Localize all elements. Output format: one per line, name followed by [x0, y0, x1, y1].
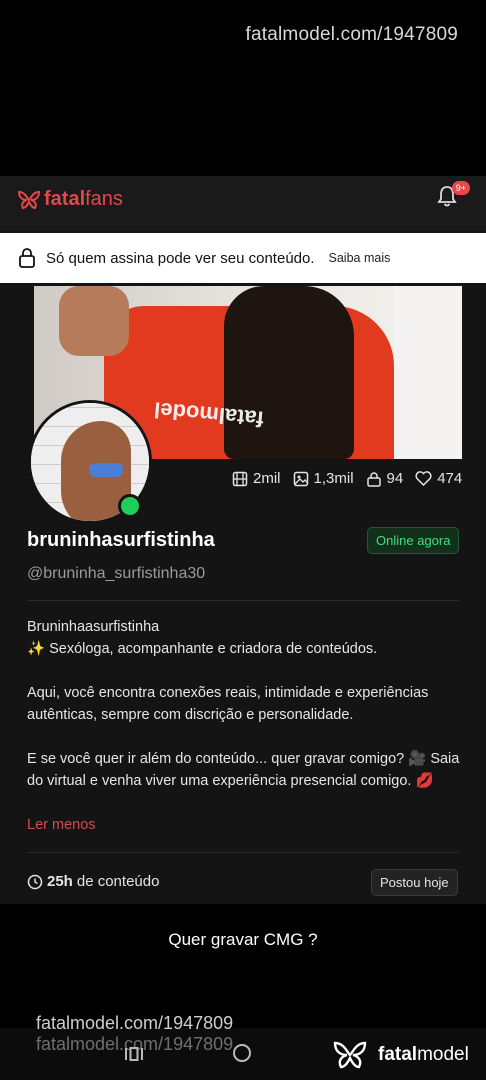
recent-apps-icon[interactable]	[124, 1046, 144, 1062]
app-header: fatal fans 9+	[0, 176, 486, 231]
butterfly-logo-icon	[333, 1041, 367, 1069]
stat-videos-value: 2mil	[253, 470, 281, 487]
stat-locked: 94	[366, 470, 404, 487]
film-icon	[232, 471, 248, 486]
stat-likes: 474	[415, 470, 462, 487]
watermark-top: fatalmodel.com/1947809	[245, 24, 458, 45]
image-icon	[293, 471, 308, 486]
profile-stats: 2mil 1,3mil 94 474	[232, 470, 462, 487]
read-less-link[interactable]: Ler menos	[27, 817, 96, 833]
stat-locked-value: 94	[386, 470, 404, 487]
divider	[27, 600, 459, 601]
content-hours: 25h	[47, 873, 73, 890]
profile-username: bruninhasurfistinha	[27, 529, 215, 551]
lock-message: Só quem assina pode ver seu conteúdo.	[46, 249, 315, 267]
stat-videos: 2mil	[232, 470, 281, 487]
butterfly-logo-icon	[17, 190, 41, 209]
fatalfans-logo[interactable]: fatal fans	[17, 188, 123, 211]
home-button[interactable]	[233, 1044, 251, 1062]
bio-paragraph-3: E se você quer ir além do conteúdo... qu…	[27, 751, 460, 789]
fatalmodel-watermark-logo: fatal model	[330, 1040, 469, 1070]
video-caption: Quer gravar CMG ?	[168, 930, 318, 949]
stat-photos-value: 1,3mil	[313, 470, 354, 487]
notifications-badge: 9+	[451, 181, 470, 195]
online-indicator	[118, 494, 142, 518]
profile-bio: Bruninhaasurfistinha ✨ Sexóloga, acompan…	[27, 616, 467, 792]
lock-icon	[19, 248, 35, 268]
posted-today-badge: Postou hoje	[371, 869, 458, 896]
subscribe-lock-banner: Só quem assina pode ver seu conteúdo. Sa…	[0, 233, 486, 283]
profile-handle: @bruninha_surfistinha30	[27, 565, 206, 582]
status-badge: Online agora	[367, 527, 460, 554]
app-screenshot: fatal fans 9+ Só quem assina pode ver seu…	[0, 176, 486, 904]
bio-paragraph-2: Aqui, você encontra conexões reais, inti…	[27, 685, 429, 723]
divider	[27, 852, 459, 853]
heart-icon	[415, 471, 432, 486]
content-hours-label: de conteúdo	[76, 873, 160, 890]
content-duration: 25h de conteúdo	[27, 873, 159, 890]
learn-more-link[interactable]: Saiba mais	[329, 251, 391, 265]
watermark-bottom: fatalmodel.com/1947809	[36, 1013, 234, 1033]
bio-line-2: ✨ Sexóloga, acompanhante e criadora de c…	[27, 641, 378, 657]
stat-photos: 1,3mil	[293, 470, 354, 487]
brand-bold: fatal	[44, 188, 86, 210]
clock-icon	[27, 874, 43, 889]
footer-brand-bold: fatal	[378, 1044, 418, 1065]
bio-line-1: Bruninhaasurfistinha	[27, 619, 160, 635]
notifications-button[interactable]: 9+	[436, 181, 470, 214]
footer-brand-light: model	[417, 1044, 469, 1065]
lock-icon	[366, 471, 381, 487]
brand-light: fans	[85, 188, 123, 210]
stat-likes-value: 474	[437, 470, 463, 487]
